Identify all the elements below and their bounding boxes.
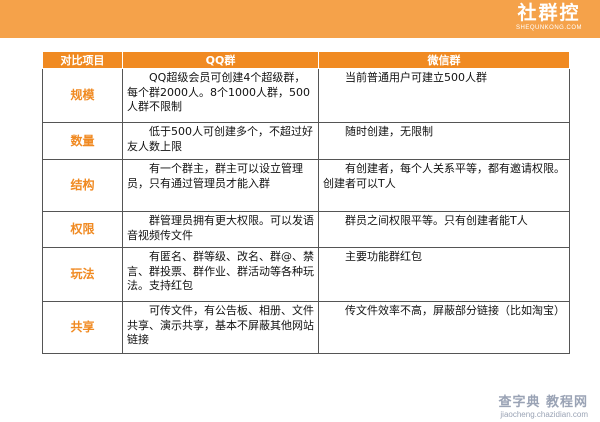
row-label: 共享 xyxy=(42,301,123,354)
wechat-cell: 主要功能群红包 xyxy=(318,247,570,302)
comparison-table: 对比项目 QQ群 微信群 规模 QQ超级会员可创建4个超级群，每个群2000人。… xyxy=(42,51,570,354)
logo-subtext: SHEQUNKONG.COM xyxy=(515,25,582,31)
table-header-row: 对比项目 QQ群 微信群 xyxy=(42,51,570,69)
logo: 社群控 SHEQUNKONG.COM xyxy=(510,2,588,36)
qq-cell: 低于500人可创建多个，不超过好友人数上限 xyxy=(122,122,319,160)
qq-cell: QQ超级会员可创建4个超级群，每个群2000人。8个1000人群，500人群不限… xyxy=(122,68,319,123)
wechat-cell: 当前普通用户可建立500人群 xyxy=(318,68,570,123)
table-row: 数量 低于500人可创建多个，不超过好友人数上限 随时创建，无限制 xyxy=(42,122,570,160)
table-row: 共享 可传文件，有公告板、相册、文件共享、演示共享，基本不屏蔽其他网站链接 传文… xyxy=(42,301,570,354)
qq-cell-text: QQ超级会员可创建4个超级群，每个群2000人。8个1000人群，500人群不限… xyxy=(127,71,310,113)
wechat-cell-text: 当前普通用户可建立500人群 xyxy=(345,71,487,84)
wechat-cell-text: 主要功能群红包 xyxy=(345,250,422,263)
row-label: 规模 xyxy=(42,68,123,123)
qq-cell: 可传文件，有公告板、相册、文件共享、演示共享，基本不屏蔽其他网站链接 xyxy=(122,301,319,354)
qq-cell-text: 有一个群主，群主可以设立管理员，只有通过管理员才能入群 xyxy=(127,162,303,190)
qq-cell-text: 可传文件，有公告板、相册、文件共享、演示共享，基本不屏蔽其他网站链接 xyxy=(127,304,314,346)
row-label: 数量 xyxy=(42,122,123,160)
row-label: 玩法 xyxy=(42,247,123,302)
row-label: 结构 xyxy=(42,159,123,212)
wechat-cell-text: 群员之间权限平等。只有创建者能T人 xyxy=(345,214,528,227)
table-row: 规模 QQ超级会员可创建4个超级群，每个群2000人。8个1000人群，500人… xyxy=(42,68,570,123)
wechat-cell: 有创建者，每个人关系平等，都有邀请权限。创建者可以T人 xyxy=(318,159,570,212)
watermark: 查字典 教程网 jiaocheng.chazidian.com xyxy=(498,396,588,420)
column-header-wechat: 微信群 xyxy=(318,51,570,69)
qq-cell: 有匿名、群等级、改名、群@、禁言、群投票、群作业、群活动等各种玩法。支持红包 xyxy=(122,247,319,302)
qq-cell-text: 有匿名、群等级、改名、群@、禁言、群投票、群作业、群活动等各种玩法。支持红包 xyxy=(127,250,314,292)
wechat-cell: 群员之间权限平等。只有创建者能T人 xyxy=(318,211,570,248)
column-header-item: 对比项目 xyxy=(42,51,123,69)
wechat-cell: 随时创建，无限制 xyxy=(318,122,570,160)
wechat-cell: 传文件效率不高，屏蔽部分链接（比如淘宝） xyxy=(318,301,570,354)
table-row: 权限 群管理员拥有更大权限。可以发语音视频传文件 群员之间权限平等。只有创建者能… xyxy=(42,211,570,248)
wechat-cell-text: 随时创建，无限制 xyxy=(345,125,433,138)
watermark-url: jiaocheng.chazidian.com xyxy=(500,410,588,419)
qq-cell: 有一个群主，群主可以设立管理员，只有通过管理员才能入群 xyxy=(122,159,319,212)
column-header-qq: QQ群 xyxy=(122,51,319,69)
table-row: 结构 有一个群主，群主可以设立管理员，只有通过管理员才能入群 有创建者，每个人关… xyxy=(42,159,570,212)
logo-text: 社群控 xyxy=(517,2,581,24)
wechat-cell-text: 有创建者，每个人关系平等，都有邀请权限。创建者可以T人 xyxy=(323,162,565,190)
wechat-cell-text: 传文件效率不高，屏蔽部分链接（比如淘宝） xyxy=(345,304,565,317)
qq-cell-text: 低于500人可创建多个，不超过好友人数上限 xyxy=(127,125,313,153)
table-row: 玩法 有匿名、群等级、改名、群@、禁言、群投票、群作业、群活动等各种玩法。支持红… xyxy=(42,247,570,302)
qq-cell-text: 群管理员拥有更大权限。可以发语音视频传文件 xyxy=(127,214,314,242)
top-bar: 社群控 SHEQUNKONG.COM xyxy=(0,0,600,38)
qq-cell: 群管理员拥有更大权限。可以发语音视频传文件 xyxy=(122,211,319,248)
watermark-text: 查字典 教程网 xyxy=(498,395,588,410)
row-label: 权限 xyxy=(42,211,123,248)
